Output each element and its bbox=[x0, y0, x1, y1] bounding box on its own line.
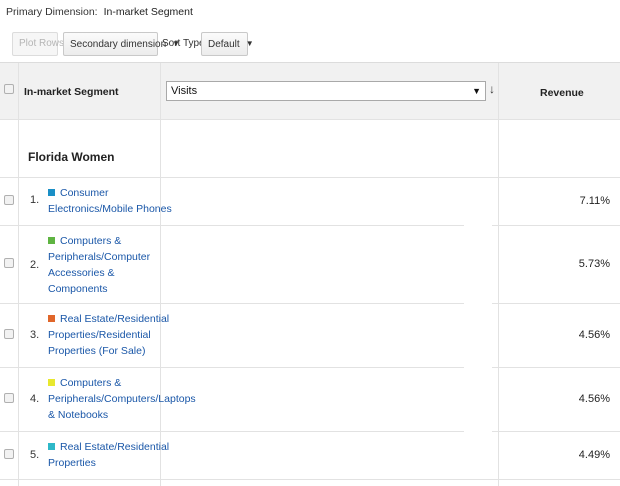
primary-dimension-label: Primary Dimension: bbox=[6, 6, 98, 18]
segment-link[interactable]: Computers & Peripherals/Computers/Laptop… bbox=[48, 375, 196, 423]
row-checkbox[interactable] bbox=[4, 449, 14, 459]
row-checkbox[interactable] bbox=[4, 329, 14, 339]
table-row: 1. Consumer Electronics/Mobile Phones 7.… bbox=[0, 177, 620, 225]
table-toolbar: Plot Rows Secondary dimension ▼ Sort Type… bbox=[0, 28, 620, 62]
revenue-group-cell bbox=[510, 121, 608, 173]
revenue-column-header[interactable]: Revenue bbox=[540, 87, 584, 99]
table-row: 4. Computers & Peripherals/Computers/Lap… bbox=[0, 367, 620, 431]
select-all-checkbox[interactable] bbox=[4, 84, 14, 94]
row-number: 5. bbox=[30, 449, 40, 461]
metric-select-value: Visits bbox=[171, 85, 198, 97]
metric-select[interactable]: Visits ▼ bbox=[166, 81, 486, 101]
segment-link[interactable]: Computers & Peripherals/Computer Accesso… bbox=[48, 233, 176, 297]
revenue-value: 4.49% bbox=[578, 449, 610, 461]
row-checkbox[interactable] bbox=[4, 258, 14, 268]
row-number: 3. bbox=[30, 329, 40, 341]
row-checkbox[interactable] bbox=[4, 195, 14, 205]
table-row: 3. Real Estate/Residential Properties/Re… bbox=[0, 303, 620, 367]
revenue-value: 4.56% bbox=[578, 393, 610, 405]
row-number: 4. bbox=[30, 393, 40, 405]
data-table: In-market Segment Visits ▼ ↓ Revenue Flo… bbox=[0, 62, 620, 486]
group-row: Florida Women bbox=[0, 119, 620, 177]
group-title: Florida Women bbox=[28, 150, 115, 164]
table-header: In-market Segment Visits ▼ ↓ Revenue bbox=[0, 63, 620, 119]
segment-link[interactable]: Real Estate/Residential Properties/Resid… bbox=[48, 311, 176, 359]
plot-rows-button[interactable]: Plot Rows bbox=[12, 32, 64, 56]
primary-dimension-bar: Primary Dimension: In-market Segment bbox=[6, 5, 193, 19]
sort-type-dropdown[interactable]: Default ▼ bbox=[201, 32, 254, 56]
sort-descending-icon[interactable]: ↓ bbox=[489, 82, 495, 96]
sort-type-value: Default bbox=[208, 39, 240, 50]
table-row: 2. Computers & Peripherals/Computer Acce… bbox=[0, 225, 620, 303]
revenue-value: 7.11% bbox=[579, 195, 610, 207]
chevron-down-icon: ▼ bbox=[245, 39, 254, 48]
table-row: 5. Real Estate/Residential Properties 4.… bbox=[0, 431, 620, 479]
revenue-value: 4.56% bbox=[578, 329, 610, 341]
segment-link[interactable]: Consumer Electronics/Mobile Phones bbox=[48, 185, 176, 217]
secondary-dimension-dropdown[interactable]: Secondary dimension ▼ bbox=[63, 32, 180, 56]
row-number: 1. bbox=[30, 194, 40, 206]
primary-dimension-value[interactable]: In-market Segment bbox=[104, 6, 193, 18]
row-checkbox[interactable] bbox=[4, 393, 14, 403]
redaction-block bbox=[464, 188, 492, 469]
segment-column-header[interactable]: In-market Segment bbox=[24, 86, 119, 98]
row-number: 2. bbox=[30, 259, 40, 271]
chevron-down-icon: ▼ bbox=[472, 86, 481, 96]
row-divider bbox=[0, 479, 620, 480]
segment-link[interactable]: Real Estate/Residential Properties bbox=[48, 439, 176, 471]
revenue-value: 5.73% bbox=[578, 258, 610, 270]
secondary-dimension-label: Secondary dimension bbox=[70, 39, 167, 50]
